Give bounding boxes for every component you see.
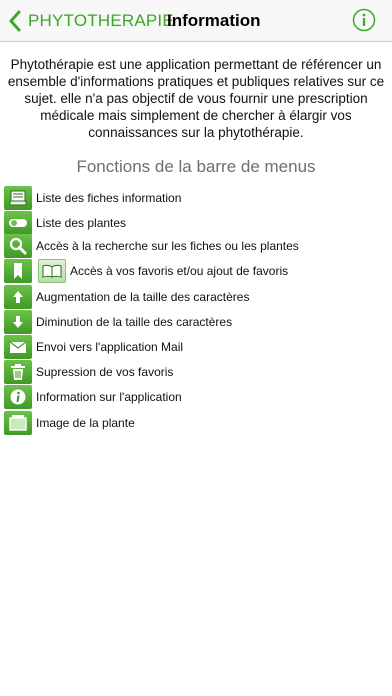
function-label: Image de la plante <box>36 416 135 430</box>
function-row-info: Information sur l'application <box>4 385 182 409</box>
function-label: Liste des plantes <box>36 216 127 230</box>
function-label: Accès à la recherche sur les fiches ou l… <box>36 239 299 253</box>
function-label: Diminution de la taille des caractères <box>36 315 233 329</box>
function-row-mail: Envoi vers l'application Mail <box>4 335 183 359</box>
function-label: Accès à vos favoris et/ou ajout de favor… <box>70 264 289 278</box>
function-row-plantes: Liste des plantes <box>4 211 126 235</box>
mail-icon <box>4 335 32 359</box>
info-button[interactable] <box>352 8 376 32</box>
search-icon <box>4 234 32 258</box>
function-row-image: Image de la plante <box>4 411 135 435</box>
function-row-delete: Supression de vos favoris <box>4 360 173 384</box>
chevron-left-icon <box>9 10 21 32</box>
list-plantes-icon <box>4 211 32 235</box>
navigation-bar: PHYTOTHERAPIE Information <box>0 0 392 42</box>
open-book-icon <box>38 259 66 283</box>
bookmark-icon <box>4 259 32 283</box>
back-button[interactable]: PHYTOTHERAPIE <box>8 6 174 36</box>
trash-icon <box>4 360 32 384</box>
function-row-favoris: Accès à vos favoris et/ou ajout de favor… <box>4 259 288 283</box>
function-row-search: Accès à la recherche sur les fiches ou l… <box>4 234 299 258</box>
function-label: Liste des fiches information <box>36 191 182 205</box>
list-fiches-icon <box>4 186 32 210</box>
functions-section-title: Fonctions de la barre de menus <box>76 157 316 176</box>
arrow-down-icon <box>4 310 32 334</box>
intro-text: Phytothérapie est une application permet… <box>7 57 385 140</box>
image-icon <box>4 411 32 435</box>
function-label: Envoi vers l'application Mail <box>36 340 184 354</box>
info-circle-icon <box>352 8 376 32</box>
function-label: Information sur l'application <box>36 390 182 404</box>
arrow-up-icon <box>4 285 32 309</box>
function-label: Augmentation de la taille des caractères <box>36 290 250 304</box>
function-row-decrease: Diminution de la taille des caractères <box>4 310 232 334</box>
function-row-increase: Augmentation de la taille des caractères <box>4 285 249 309</box>
page-title: Information <box>167 11 261 30</box>
function-row-fiches: Liste des fiches information <box>4 186 181 210</box>
info-icon <box>4 385 32 409</box>
back-button-label: PHYTOTHERAPIE <box>28 11 174 30</box>
function-label: Supression de vos favoris <box>36 365 174 379</box>
